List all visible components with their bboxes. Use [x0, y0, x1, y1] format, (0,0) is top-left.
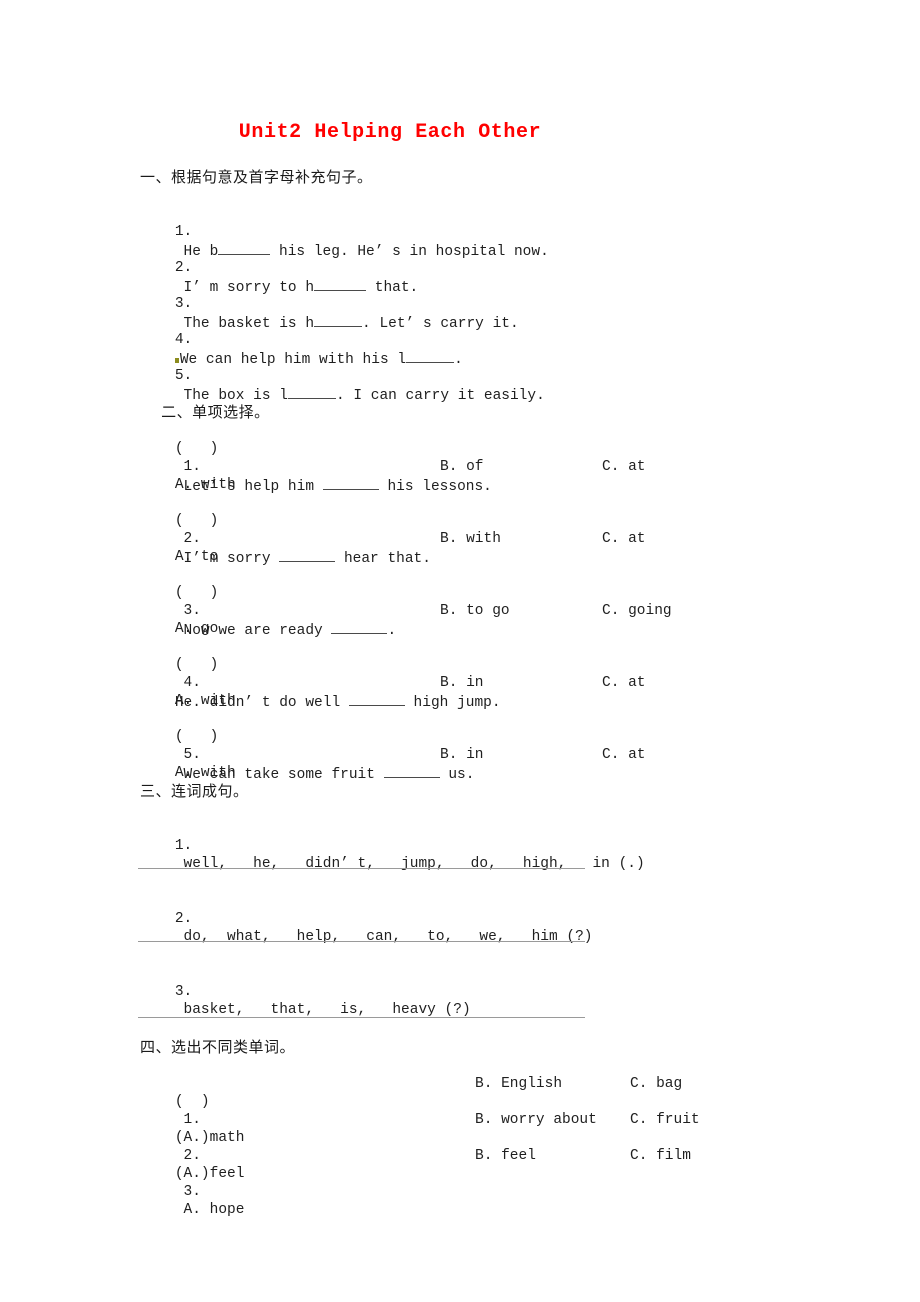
fill-blank[interactable] — [322, 476, 379, 490]
section4-question-3: ( ) 3. A. hope B. feel C. film — [140, 1147, 691, 1273]
option-c[interactable]: C. at — [602, 674, 646, 692]
option-b[interactable]: B. of — [440, 458, 484, 476]
fill-blank[interactable] — [287, 385, 336, 399]
section1-heading: 一、根据句意及首字母补充句子。 — [140, 168, 373, 186]
answer-bracket[interactable]: ( ) — [175, 1094, 210, 1110]
section3-heading: 三、连词成句。 — [140, 782, 249, 800]
item-number: 2. — [174, 911, 193, 927]
scrambled-words: basket, that, is, heavy (?) — [183, 1002, 471, 1018]
item-number: 2. — [174, 260, 193, 276]
option-b[interactable]: B. to go — [440, 602, 510, 620]
item-number: 3. — [174, 984, 193, 1000]
item-number: 3. — [183, 1184, 201, 1200]
section2-heading-text: 二、单项选择。 — [161, 403, 270, 421]
option-a[interactable]: A. with — [175, 693, 236, 709]
answer-bracket[interactable]: ( ) — [175, 729, 219, 745]
page-title: Unit2 Helping Each Other — [238, 121, 542, 144]
answer-bracket[interactable]: ( ) — [175, 441, 219, 457]
question-text-after: high jump. — [413, 695, 501, 711]
option-a[interactable]: A. go — [175, 621, 219, 637]
option-c[interactable]: C. bag — [630, 1075, 682, 1093]
option-c[interactable]: C. at — [602, 530, 646, 548]
option-c[interactable]: C. film — [630, 1147, 691, 1165]
option-b[interactable]: B. English — [475, 1075, 562, 1093]
item-text-after: . I can carry it easily. — [335, 388, 545, 404]
option-c[interactable]: C. going — [602, 602, 672, 620]
answer-bracket[interactable]: ( ) — [175, 657, 219, 673]
option-b[interactable]: B. with — [440, 530, 501, 548]
option-c[interactable]: C. fruit — [630, 1111, 700, 1129]
answer-bracket[interactable]: ( ) — [175, 1166, 210, 1182]
option-c[interactable]: C. at — [602, 458, 646, 476]
section3-item-3: 3. basket, that, is, heavy (?) — [140, 965, 471, 1037]
worksheet-page: Unit2 Helping Each Other 一、根据句意及首字母补充句子。… — [0, 0, 920, 1302]
answer-bracket[interactable]: ( ) — [175, 513, 219, 529]
item-number: 5. — [174, 368, 193, 384]
question-text-after: hear that. — [343, 551, 431, 567]
answer-rule-2[interactable] — [138, 941, 585, 942]
answer-rule-3[interactable] — [138, 1017, 585, 1018]
answer-bracket[interactable]: ( ) — [175, 1130, 210, 1146]
answer-rule-1[interactable] — [138, 868, 585, 869]
option-a[interactable]: A. with — [175, 477, 236, 493]
scrambled-words: do, what, help, can, to, we, him (?) — [183, 929, 593, 945]
option-b[interactable]: B. worry about — [475, 1111, 597, 1129]
item-number: 1. — [174, 224, 193, 240]
option-a[interactable]: A. to — [175, 549, 219, 565]
option-a[interactable]: A. with — [175, 765, 236, 781]
fill-blank[interactable] — [331, 620, 388, 634]
question-text-after: . — [387, 623, 397, 639]
section3-item-2: 2. do, what, help, can, to, we, him (?) — [140, 892, 593, 964]
section3-item-1: 1. well, he, didn’ t, jump, do, high, in… — [140, 819, 645, 891]
fill-blank[interactable] — [348, 692, 405, 706]
fill-blank[interactable] — [383, 764, 440, 778]
answer-bracket[interactable]: ( ) — [175, 585, 219, 601]
option-a[interactable]: A. hope — [184, 1202, 245, 1218]
section4-heading: 四、选出不同类单词。 — [140, 1038, 296, 1056]
item-number: 3. — [174, 296, 193, 312]
option-b[interactable]: B. in — [440, 674, 484, 692]
item-number: 1. — [174, 838, 193, 854]
question-text-after: his lessons. — [387, 479, 492, 495]
option-b[interactable]: B. feel — [475, 1147, 536, 1165]
option-c[interactable]: C. at — [602, 746, 646, 764]
scrambled-words: well, he, didn’ t, jump, do, high, in (.… — [183, 856, 645, 872]
option-b[interactable]: B. in — [440, 746, 484, 764]
question-text-after: us. — [448, 767, 475, 783]
item-number: 4. — [174, 332, 193, 348]
fill-blank[interactable] — [279, 548, 336, 562]
